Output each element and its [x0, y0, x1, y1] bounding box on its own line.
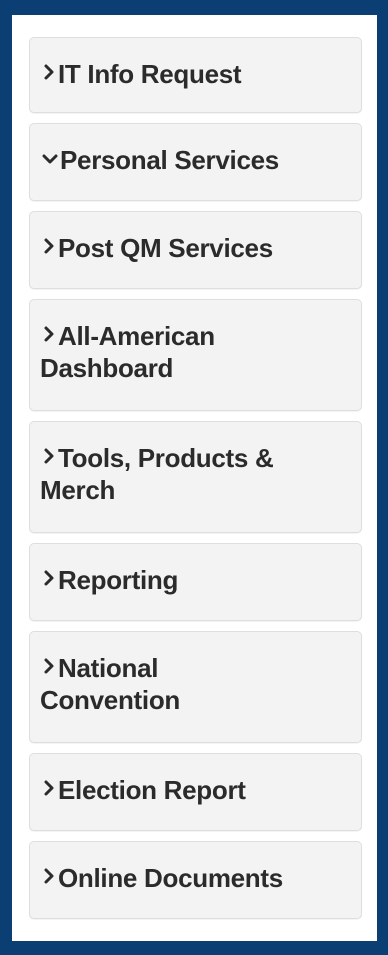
chevron-right-icon	[42, 865, 58, 887]
nav-item-label: All-American Dashboard	[40, 321, 215, 383]
chevron-right-icon	[42, 445, 58, 467]
nav-item-label: IT Info Request	[58, 59, 242, 89]
chevron-right-icon	[42, 655, 58, 677]
nav-item-election-report[interactable]: Election Report	[29, 753, 362, 831]
chevron-right-icon	[42, 567, 58, 589]
nav-item-it-info-request[interactable]: IT Info Request	[29, 37, 362, 113]
navigation-frame: IT Info Request Personal Services Post Q…	[0, 0, 388, 955]
nav-item-national-convention[interactable]: National Convention	[29, 631, 362, 743]
nav-item-label: Election Report	[58, 775, 246, 805]
chevron-right-icon	[42, 61, 58, 83]
chevron-down-icon	[42, 149, 58, 171]
nav-item-tools-products-merch[interactable]: Tools, Products & Merch	[29, 421, 362, 533]
nav-item-reporting[interactable]: Reporting	[29, 543, 362, 621]
nav-item-label: Tools, Products & Merch	[40, 443, 274, 505]
chevron-right-icon	[42, 777, 58, 799]
nav-item-label: Online Documents	[58, 863, 283, 893]
nav-item-label: National Convention	[40, 653, 180, 715]
nav-item-all-american-dashboard[interactable]: All-American Dashboard	[29, 299, 362, 411]
nav-item-label: Post QM Services	[58, 233, 273, 263]
nav-item-post-qm-services[interactable]: Post QM Services	[29, 211, 362, 289]
nav-item-personal-services[interactable]: Personal Services	[29, 123, 362, 201]
nav-item-label: Personal Services	[60, 145, 279, 175]
navigation-panel: IT Info Request Personal Services Post Q…	[12, 15, 377, 941]
chevron-right-icon	[42, 323, 58, 345]
chevron-right-icon	[42, 235, 58, 257]
nav-item-label: Reporting	[58, 565, 179, 595]
nav-item-online-documents[interactable]: Online Documents	[29, 841, 362, 919]
